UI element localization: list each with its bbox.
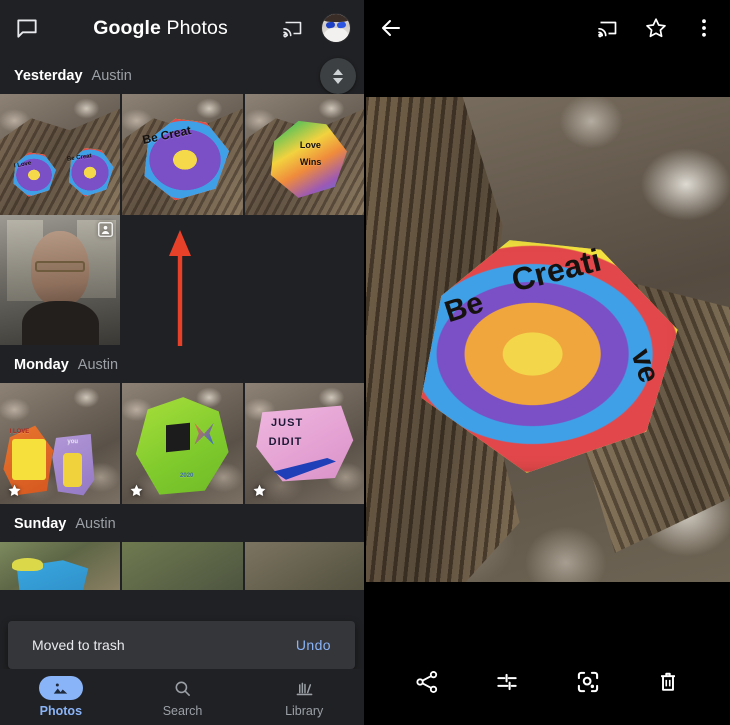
rock-text-just: JUST [271,416,304,429]
nav-label-photos: Photos [39,704,83,718]
photos-icon [38,676,83,700]
nav-label-library: Library [285,704,324,718]
glasses [34,260,86,273]
section-header-sunday: Sunday Austin [0,504,365,542]
rock-text-you: you [67,438,79,445]
undo-button[interactable]: Undo [296,637,331,653]
nav-item-photos[interactable]: Photos [0,669,122,725]
search-icon [161,676,205,700]
rock-text-year: 2020 [180,472,194,479]
photo-be-creative[interactable]: Be Creat [122,94,243,215]
share-icon[interactable] [414,669,440,695]
sponge-face [12,438,46,480]
photo-selfie-portrait[interactable] [0,215,121,345]
brand-google: Google [93,16,161,39]
more-vert-icon[interactable] [692,16,716,40]
trash-icon[interactable] [655,669,681,695]
shirt [21,300,99,345]
favorite-star-icon [129,483,144,498]
avatar-face-mask [324,28,348,42]
screenshot-root: Google Photos Yesterday Austin I Love Be… [0,0,730,725]
cast-icon[interactable] [281,16,305,40]
pane-divider [364,0,366,725]
rock-text-love: Love [299,139,321,150]
photo-row [0,215,365,345]
section-header-yesterday: Yesterday Austin [0,56,365,94]
section-day: Monday [14,357,69,373]
rock-yellow-patch [12,558,44,571]
rock-text: I LOVE [9,428,30,435]
rock-text-didit: DIDIT [268,436,303,449]
triangle-down-icon [333,77,343,84]
avatar-hair [322,14,350,23]
snackbar-message: Moved to trash [32,637,125,653]
google-lens-icon[interactable] [575,669,601,695]
photo-bg [122,542,243,590]
photo-row: I LOVE you 2020 JUST DIDIT [0,383,365,504]
snackbar-moved-to-trash: Moved to trash Undo [8,621,355,669]
photo-grid-placeholder[interactable] [122,542,243,590]
minion-body [62,453,82,488]
viewer-bottom-actions [365,639,730,725]
section-header-monday: Monday Austin [0,345,365,383]
photo-just-did-it[interactable]: JUST DIDIT [244,383,365,504]
chat-bubble-icon[interactable] [14,15,40,41]
section-place: Austin [77,357,119,373]
photo-be-creative-full[interactable]: Be Creati ve [365,97,730,582]
nav-item-search[interactable]: Search [122,669,244,725]
library-icon [282,676,326,700]
cast-icon[interactable] [596,16,620,40]
photo-spongebob-minion[interactable]: I LOVE you [0,383,121,504]
rock-text-wins: Wins [299,156,322,167]
photos-grid-pane: Google Photos Yesterday Austin I Love Be… [0,0,365,725]
star-outline-icon[interactable] [644,16,668,40]
left-topbar: Google Photos [0,0,365,56]
photo-rocks-pair[interactable]: I Love Be Creat [0,94,121,215]
photo-love-wins[interactable]: Love Wins [244,94,365,215]
viewer-topbar [365,0,730,56]
back-arrow-icon[interactable] [379,16,403,40]
photo-blue-rock[interactable] [0,542,121,590]
photo-grid-placeholder[interactable] [244,542,365,590]
cube-drawing [165,422,190,452]
photo-green-cube[interactable]: 2020 [122,383,243,504]
brand-photos: Photos [166,16,228,39]
edit-sliders-icon[interactable] [494,669,520,695]
section-place: Austin [91,68,132,84]
page-title: Google Photos [40,17,281,40]
photo-row: I Love Be Creat Be Creat Love Wins [0,94,365,215]
section-day: Yesterday [14,68,83,84]
avatar[interactable] [321,13,351,43]
section-place: Austin [75,516,116,532]
nav-label-search: Search [162,704,203,718]
photo-bg [244,542,365,590]
bottom-navigation: Photos Search Library [0,669,365,725]
section-day: Sunday [14,516,67,532]
triangle-up-icon [333,68,343,75]
photo-viewer-pane: Be Creati ve [365,0,730,725]
favorite-star-icon [252,483,267,498]
portrait-mode-icon [97,221,114,238]
favorite-star-icon [7,483,22,498]
photo-row [0,542,365,590]
scrollbar-handle[interactable] [320,58,356,94]
nav-item-library[interactable]: Library [243,669,365,725]
